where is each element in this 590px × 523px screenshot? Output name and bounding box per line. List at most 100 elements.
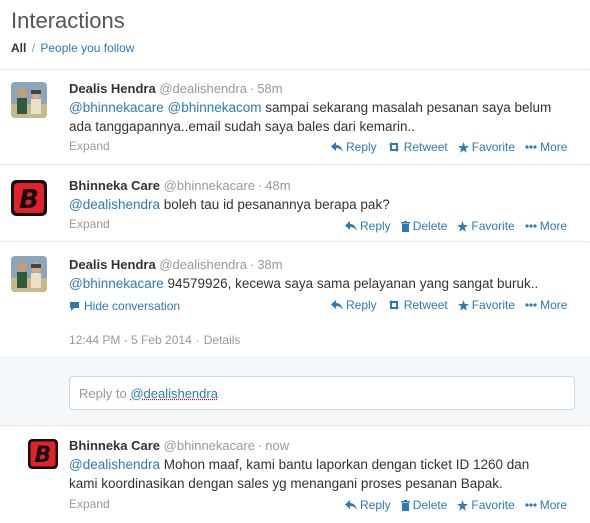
reply-icon — [345, 500, 357, 510]
more-dots-icon — [525, 303, 537, 307]
separator-dot: · — [257, 178, 263, 193]
mention-link[interactable]: @bhinnekacom — [168, 100, 262, 115]
tweet-actions: Reply Retweet Favorite More — [331, 140, 567, 154]
tweet-text: @bhinnekacare 94579926, kecewa saya sama… — [69, 274, 538, 293]
star-icon — [457, 141, 469, 153]
mention-link[interactable]: @bhinnekacare — [69, 276, 164, 291]
tweet-time[interactable]: now — [265, 438, 289, 453]
user-handle[interactable]: @bhinnekacare — [164, 438, 255, 453]
favorite-button[interactable]: Favorite — [457, 219, 515, 233]
conversation-bubble-icon — [70, 301, 79, 311]
expand-link[interactable]: Expand — [69, 139, 110, 153]
tweet-item[interactable]: Dealis Hendra @dealishendra · 58m @bhinnek… — [0, 71, 590, 165]
user-handle[interactable]: @dealishendra — [159, 257, 247, 272]
user-handle[interactable]: @dealishendra — [159, 81, 247, 96]
filter-people-you-follow[interactable]: People you follow — [40, 41, 134, 55]
interactions-page: Interactions All / People you follow Dea… — [0, 0, 590, 523]
filter-separator: / — [31, 41, 36, 55]
more-button[interactable]: More — [525, 298, 567, 312]
tweet-time[interactable]: 48m — [265, 178, 290, 193]
tweet-timestamp: 12:44 PM - 5 Feb 2014 — [69, 333, 192, 347]
tweet-time[interactable]: 58m — [257, 81, 282, 96]
reply-button[interactable]: Reply — [345, 498, 391, 512]
tweet-time[interactable]: 38m — [257, 257, 282, 272]
tweet-text: @dealishendra Mohon maaf, kami bantu lap… — [69, 455, 529, 493]
tweet-text-line: 94579926, kecewa saya sama pelayanan yan… — [163, 276, 539, 291]
more-button[interactable]: More — [525, 140, 567, 154]
reply-button[interactable]: Reply — [331, 298, 377, 312]
retweet-button[interactable]: Retweet — [387, 140, 448, 154]
retweet-button[interactable]: Retweet — [387, 298, 448, 312]
reply-button[interactable]: Reply — [331, 140, 377, 154]
page-title: Interactions — [11, 8, 125, 33]
more-dots-icon — [525, 224, 537, 228]
bhinneka-logo-icon: B — [28, 439, 58, 469]
mention-link[interactable]: @bhinnekacare — [69, 100, 164, 115]
reply-icon — [345, 221, 357, 231]
star-icon — [457, 299, 469, 311]
separator-dot: · — [249, 81, 255, 96]
retweet-icon — [388, 300, 399, 310]
tweet-actions: Reply Delete Favorite More — [345, 219, 567, 233]
tweet-header: Bhinneka Care @bhinnekacare · 48m — [69, 178, 291, 193]
expand-link[interactable]: Expand — [69, 217, 110, 231]
user-name[interactable]: Bhinneka Care — [69, 438, 160, 453]
tweet-text-line: Mohon maaf, kami bantu laporkan dengan t… — [160, 457, 530, 472]
tweet-item-reply[interactable]: B Bhinneka Care @bhinnekacare · now @deali… — [0, 427, 590, 523]
trash-icon — [400, 499, 410, 511]
favorite-button[interactable]: Favorite — [457, 498, 515, 512]
reply-button[interactable]: Reply — [345, 219, 391, 233]
tweet-actions: Reply Retweet Favorite More — [331, 298, 567, 312]
delete-button[interactable]: Delete — [400, 498, 447, 512]
tweet-header: Bhinneka Care @bhinnekacare · now — [69, 438, 289, 453]
avatar[interactable]: B — [28, 439, 58, 469]
reply-placeholder-prefix: Reply to — [79, 386, 131, 401]
separator-dot: · — [257, 438, 263, 453]
reply-input[interactable]: Reply to @dealishendra — [69, 376, 575, 410]
delete-button[interactable]: Delete — [400, 219, 447, 233]
tweet-text-line: boleh tau id pesanannya berapa pak? — [160, 197, 390, 212]
reply-icon — [331, 142, 343, 152]
user-name[interactable]: Bhinneka Care — [69, 178, 160, 193]
separator-dot: · — [195, 333, 200, 347]
tweet-text-line: ada tanggapannya..email sudah saya bales… — [69, 119, 415, 134]
avatar[interactable] — [11, 82, 47, 118]
trash-icon — [400, 220, 410, 232]
user-name[interactable]: Dealis Hendra — [69, 257, 156, 272]
mention-link[interactable]: @dealishendra — [69, 197, 160, 212]
avatar-photo-icon — [11, 82, 47, 118]
mention-link[interactable]: @dealishendra — [69, 457, 160, 472]
tweet-actions: Reply Delete Favorite More — [345, 498, 567, 512]
page-header: Interactions All / People you follow — [0, 0, 590, 70]
tweet-text-line: sampai sekarang masalah pesanan saya bel… — [261, 100, 552, 115]
reply-icon — [331, 300, 343, 310]
favorite-button[interactable]: Favorite — [457, 140, 515, 154]
tweet-header: Dealis Hendra @dealishendra · 38m — [69, 257, 283, 272]
separator-dot: · — [249, 257, 255, 272]
details-link[interactable]: Details — [204, 333, 241, 347]
more-button[interactable]: More — [525, 219, 567, 233]
user-name[interactable]: Dealis Hendra — [69, 81, 156, 96]
avatar[interactable] — [11, 256, 47, 292]
favorite-button[interactable]: Favorite — [457, 298, 515, 312]
user-handle[interactable]: @bhinnekacare — [164, 178, 255, 193]
expand-link[interactable]: Expand — [69, 497, 110, 511]
tweet-metadata: 12:44 PM - 5 Feb 2014 · Details — [69, 333, 240, 347]
reply-area: Reply to @dealishendra — [0, 356, 590, 426]
tweet-text: @bhinnekacare @bhinnekacom sampai sekara… — [69, 98, 551, 136]
svg-text:B: B — [19, 185, 39, 215]
svg-text:B: B — [35, 443, 52, 468]
filter-bar: All / People you follow — [11, 41, 134, 55]
filter-all[interactable]: All — [11, 41, 26, 55]
retweet-icon — [388, 142, 399, 152]
reply-mention: @dealishendra — [130, 386, 218, 401]
avatar[interactable]: B — [11, 180, 47, 216]
more-dots-icon — [525, 145, 537, 149]
star-icon — [457, 220, 469, 232]
more-button[interactable]: More — [525, 498, 567, 512]
tweet-item[interactable]: B Bhinneka Care @bhinnekacare · 48m @deali… — [0, 166, 590, 242]
hide-conversation-link[interactable]: Hide conversation — [69, 299, 180, 313]
bhinneka-logo-icon: B — [11, 180, 47, 216]
tweet-header: Dealis Hendra @dealishendra · 58m — [69, 81, 283, 96]
more-dots-icon — [525, 503, 537, 507]
